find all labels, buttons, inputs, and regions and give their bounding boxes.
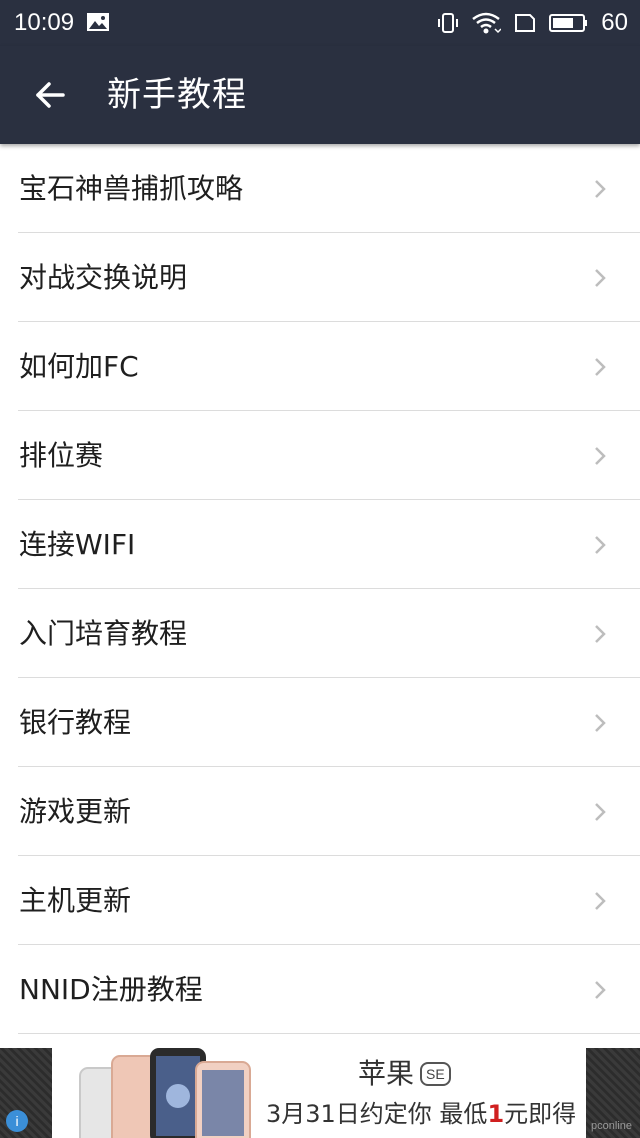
battery-level: 60: [601, 9, 628, 36]
list-item-label: 宝石神兽捕抓攻略: [19, 171, 244, 205]
list-item[interactable]: 连接WIFI: [0, 500, 640, 589]
list-item-label: 对战交换说明: [19, 260, 188, 294]
status-icons: 60: [437, 8, 628, 38]
ad-content: 苹果 SE 3月31日约定你 最低1元即得: [52, 1048, 586, 1138]
list-item[interactable]: 游戏更新: [0, 767, 640, 856]
wifi-icon: [472, 12, 502, 34]
chevron-right-icon: [595, 624, 606, 643]
list-item[interactable]: 排位赛: [0, 411, 640, 500]
chevron-right-icon: [595, 802, 606, 821]
status-time: 10:09: [14, 9, 75, 36]
list-item[interactable]: 入门培育教程: [0, 589, 640, 678]
watermark: pconline: [591, 1120, 632, 1132]
sim-card-icon: [515, 14, 536, 32]
list-item[interactable]: 主机更新: [0, 856, 640, 945]
list-item[interactable]: 如何加FC: [0, 322, 640, 411]
list-item-label: 入门培育教程: [19, 616, 188, 650]
info-icon[interactable]: i: [6, 1110, 28, 1132]
back-button[interactable]: [26, 71, 74, 119]
chevron-right-icon: [595, 268, 606, 287]
ad-brand-name: 苹果: [358, 1057, 415, 1090]
list-item-label: 银行教程: [19, 705, 132, 739]
list-item[interactable]: 宝石神兽捕抓攻略: [0, 144, 640, 233]
vibrate-icon: [438, 13, 459, 33]
list-item[interactable]: 银行教程: [0, 678, 640, 767]
chevron-right-icon: [595, 891, 606, 910]
app-bar: 新手教程: [0, 46, 640, 144]
ad-tagline: 3月31日约定你 最低1元即得: [266, 1098, 576, 1130]
list-item[interactable]: 对战交换说明: [0, 233, 640, 322]
image-notification-icon: [87, 13, 109, 31]
list-item-label: 连接WIFI: [19, 527, 136, 561]
ad-tagline-prefix: 3月31日约定你 最低: [266, 1100, 488, 1128]
list-item-label: 主机更新: [19, 883, 132, 917]
phone-product-image: [79, 1048, 251, 1138]
battery-icon: [549, 14, 588, 32]
arrow-left-icon: [36, 82, 65, 108]
chevron-right-icon: [595, 179, 606, 198]
ad-se-badge: SE: [420, 1062, 451, 1086]
chevron-right-icon: [595, 535, 606, 554]
page-title: 新手教程: [107, 75, 247, 115]
list-item-label: NNID注册教程: [19, 972, 203, 1006]
ad-tagline-highlight: 1: [487, 1100, 505, 1128]
chevron-right-icon: [595, 357, 606, 376]
ad-tagline-suffix: 元即得: [504, 1100, 577, 1128]
list-item[interactable]: NNID注册教程: [0, 945, 640, 1034]
status-bar: 10:09 60: [0, 0, 640, 46]
list-item-label: 排位赛: [19, 438, 104, 472]
chevron-right-icon: [595, 446, 606, 465]
chevron-right-icon: [595, 980, 606, 999]
chevron-right-icon: [595, 713, 606, 732]
list-item-label: 如何加FC: [19, 349, 139, 383]
ad-brand: 苹果 SE: [358, 1056, 451, 1092]
list-item-label: 游戏更新: [19, 794, 132, 828]
tutorial-list: 宝石神兽捕抓攻略 对战交换说明 如何加FC 排位赛 连接WIFI 入门培育教程 …: [0, 144, 640, 1034]
ad-banner[interactable]: 苹果 SE 3月31日约定你 最低1元即得 i pconline: [0, 1048, 640, 1138]
